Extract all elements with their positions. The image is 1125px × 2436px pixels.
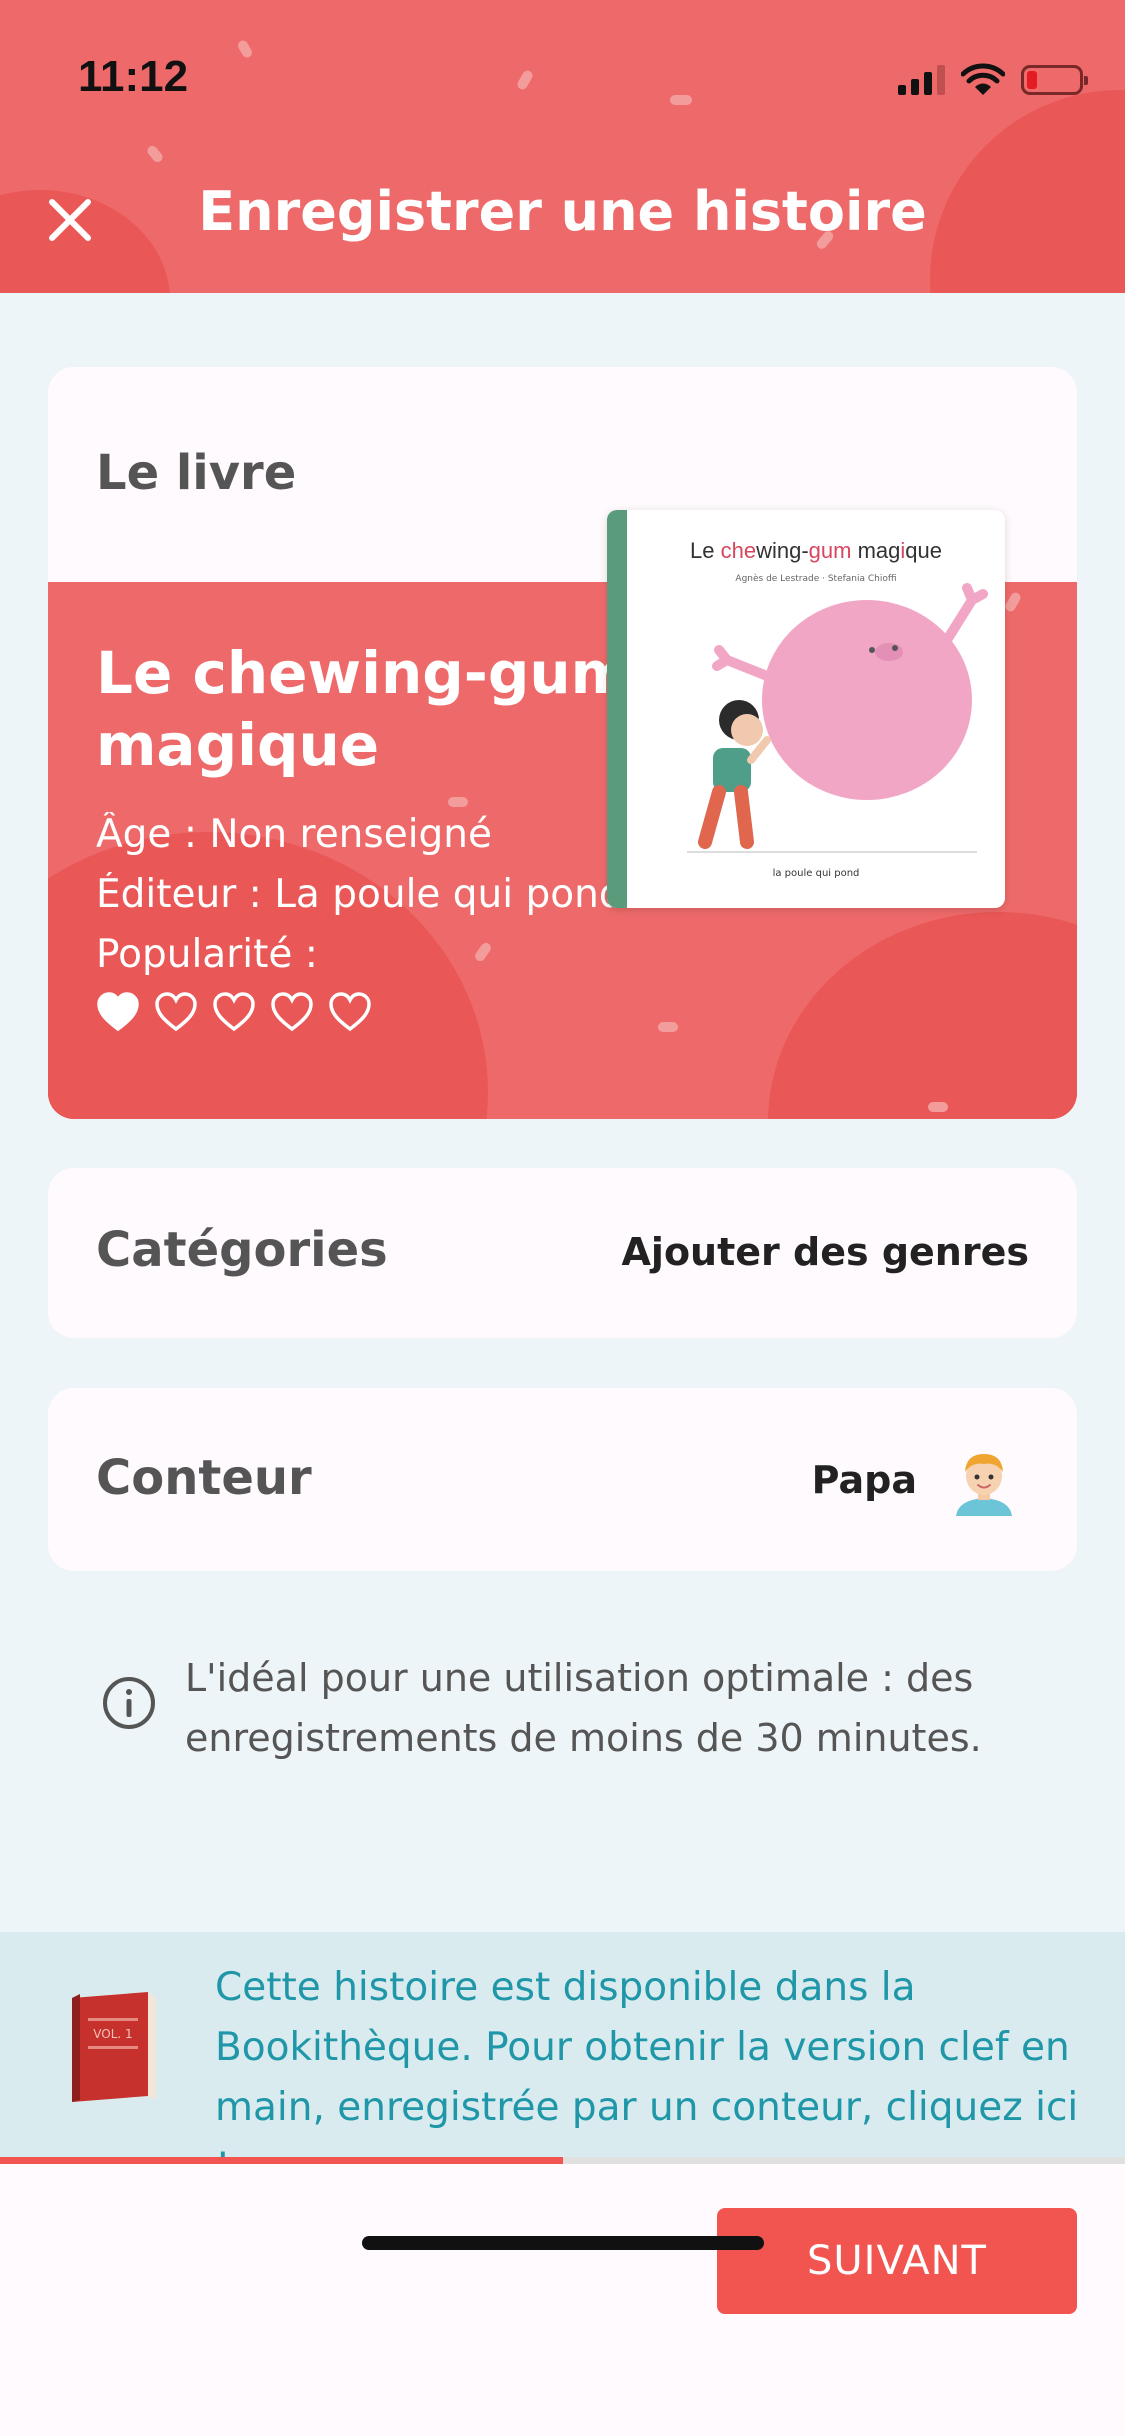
status-time: 11:12: [78, 52, 189, 101]
header-bar: 11:12 Enregistrer une histoire: [0, 0, 1125, 293]
book-age: Âge : Non renseigné: [96, 812, 493, 857]
cover-publisher: la poule qui pond: [772, 868, 860, 879]
status-icons: [898, 58, 1088, 102]
heart-icon: [329, 992, 371, 1032]
decor-blob: [768, 912, 1077, 1119]
bookitheque-promo-banner[interactable]: VOL. 1 Cette histoire est disponible dan…: [0, 1932, 1125, 2190]
progress-bar-fill: [0, 2157, 563, 2164]
cover-illustration: [687, 583, 988, 853]
categories-row[interactable]: Catégories Ajouter des genres: [48, 1168, 1077, 1338]
book-icon: VOL. 1: [72, 1992, 156, 2102]
heart-icon: [213, 992, 255, 1032]
cover-spine: [607, 510, 627, 908]
popularity-rating: [96, 992, 372, 1032]
next-button[interactable]: SUIVANT: [717, 2208, 1077, 2314]
heart-icon: [271, 992, 313, 1032]
decor-speck: [1003, 590, 1023, 614]
decor-speck: [670, 95, 692, 105]
decor-speck: [145, 143, 165, 165]
categories-label: Catégories: [96, 1222, 388, 1278]
cover-title: Le chewing-gum magique: [690, 538, 942, 563]
wifi-icon: [961, 63, 1005, 95]
popularity-label: Popularité :: [96, 932, 318, 977]
footer: SUIVANT: [0, 2164, 1125, 2436]
storyteller-label: Conteur: [96, 1450, 312, 1506]
progress-bar: [0, 2157, 1125, 2164]
recording-info-text: L'idéal pour une utilisation optimale : …: [185, 1656, 982, 1760]
book-cover-image: Le chewing-gum magique Agnès de Lestrade…: [607, 510, 1005, 908]
book-section-heading: Le livre: [96, 445, 297, 501]
info-icon: [103, 1677, 155, 1729]
book-publisher: Éditeur : La poule qui pond: [96, 872, 624, 917]
book-title: Le chewing-gum magique: [96, 639, 632, 779]
battery-icon: [1021, 65, 1088, 95]
decor-speck: [658, 1022, 678, 1032]
add-genres-button[interactable]: Ajouter des genres: [622, 1230, 1029, 1274]
decor-speck: [236, 38, 254, 60]
signal-icon: [898, 65, 945, 95]
storyteller-row[interactable]: Conteur Papa: [48, 1388, 1077, 1571]
avatar-icon: [956, 1454, 1012, 1516]
svg-text:VOL. 1: VOL. 1: [93, 2027, 132, 2041]
decor-speck: [448, 797, 468, 807]
page-title: Enregistrer une histoire: [198, 180, 927, 243]
heart-icon: [155, 992, 197, 1032]
decor-speck: [928, 1102, 948, 1112]
home-indicator: [362, 2236, 764, 2250]
heart-icon: [97, 992, 139, 1032]
storyteller-value: Papa: [811, 1458, 917, 1502]
decor-speck: [515, 68, 535, 92]
